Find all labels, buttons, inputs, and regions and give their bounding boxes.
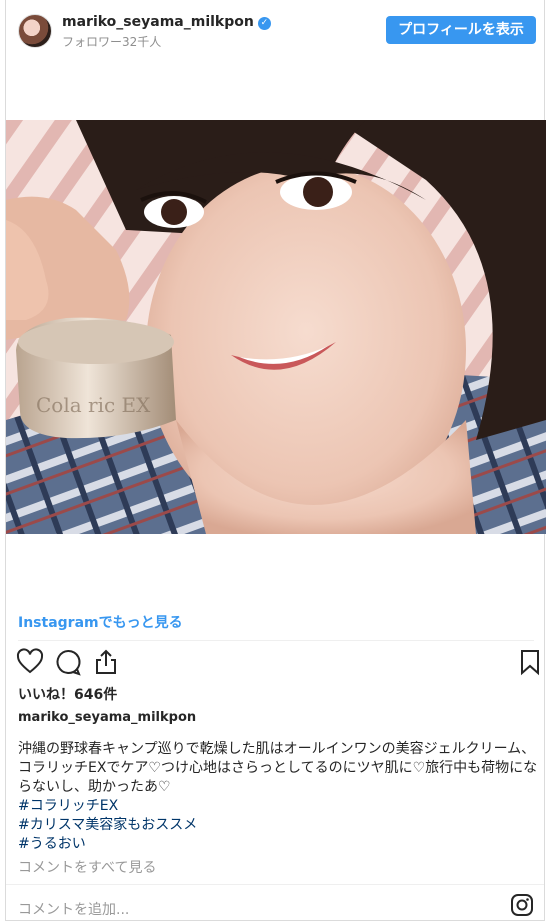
username[interactable]: mariko_seyama_milkpon ✓ — [62, 14, 271, 30]
caption: 沖縄の野球春キャンプ巡りで乾燥した肌はオールインワンの美容ジェルクリーム、 コラ… — [18, 740, 538, 854]
heart-icon[interactable] — [16, 648, 44, 676]
instagram-embed: mariko_seyama_milkpon ✓ フォロワー32千人 プロフィールを… — [5, 0, 546, 921]
hashtag-link[interactable]: #カリスマ美容家もおススメ — [18, 816, 538, 835]
post-photo[interactable]: Cola ric EX — [6, 120, 546, 534]
view-more-on-instagram-link[interactable]: Instagramでもっと見る — [18, 612, 183, 632]
caption-line: らないし、助かったあ♡ — [18, 779, 171, 795]
caption-line: コラリッチEXでケア♡つけ心地はさらっとしてるのにツヤ肌に♡旅行中も荷物にな — [18, 760, 538, 776]
svg-text:Cola ric EX: Cola ric EX — [36, 393, 151, 417]
divider — [6, 884, 544, 885]
instagram-icon[interactable] — [510, 893, 534, 917]
post-header: mariko_seyama_milkpon ✓ フォロワー32千人 プロフィールを… — [6, 0, 546, 62]
share-icon[interactable] — [92, 648, 120, 676]
hashtag-link[interactable]: #うるおい — [18, 835, 538, 854]
avatar[interactable] — [18, 14, 52, 48]
verified-badge-icon: ✓ — [257, 17, 271, 30]
like-count[interactable]: いいね！646件 — [18, 684, 117, 704]
username-text[interactable]: mariko_seyama_milkpon — [62, 14, 254, 30]
hashtag-link[interactable]: #コラリッチEX — [18, 797, 538, 816]
bookmark-icon[interactable] — [516, 648, 544, 676]
caption-author[interactable]: mariko_seyama_milkpon — [18, 710, 196, 725]
comment-icon[interactable] — [54, 648, 82, 676]
view-profile-button[interactable]: プロフィールを表示 — [386, 16, 536, 44]
add-comment-input[interactable]: コメントを追加... — [18, 899, 129, 919]
follower-count: フォロワー32千人 — [62, 35, 162, 49]
divider — [18, 640, 534, 641]
caption-line: 沖縄の野球春キャンプ巡りで乾燥した肌はオールインワンの美容ジェルクリーム、 — [18, 741, 536, 757]
view-all-comments-link[interactable]: コメントをすべて見る — [18, 857, 156, 877]
